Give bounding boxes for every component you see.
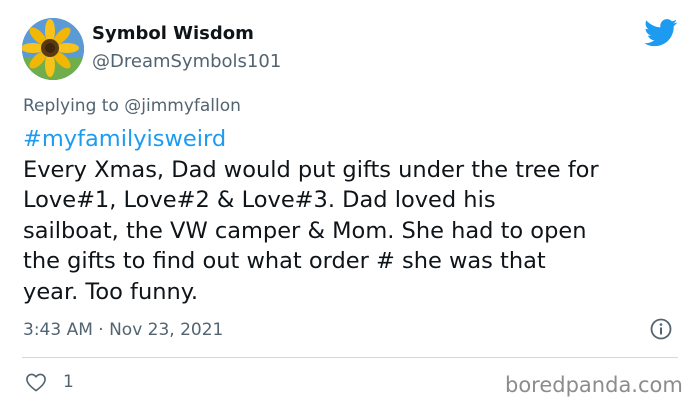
- reply-mention-link[interactable]: @jimmyfallon: [124, 96, 241, 116]
- tweet-text-line: year. Too funny.: [23, 278, 199, 305]
- tweet-text-line: Every Xmas, Dad would put gifts under th…: [23, 156, 599, 183]
- tweet-text-line: sailboat, the VW camper & Mom. She had t…: [23, 217, 587, 244]
- hashtag-link[interactable]: #myfamilyisweird: [23, 124, 683, 155]
- like-count: 1: [63, 372, 74, 392]
- tweet-card: Symbol Wisdom @DreamSymbols101 Replying …: [0, 0, 700, 410]
- tweet-text-line: Love#1, Love#2 & Love#3. Dad loved his: [23, 187, 496, 214]
- sunflower-avatar-image: [22, 18, 84, 80]
- divider: [22, 357, 678, 358]
- info-icon[interactable]: [650, 318, 672, 340]
- twitter-bird-icon[interactable]: [644, 19, 678, 47]
- tweet-text-line: the gifts to find out what order # she w…: [23, 248, 546, 275]
- heart-icon[interactable]: [25, 372, 47, 392]
- user-handle[interactable]: @DreamSymbols101: [92, 51, 281, 72]
- watermark: boredpanda.com: [505, 373, 683, 397]
- replying-to: Replying to @jimmyfallon: [23, 96, 241, 116]
- avatar[interactable]: [22, 18, 84, 80]
- display-name[interactable]: Symbol Wisdom: [92, 23, 254, 44]
- tweet-timestamp[interactable]: 3:43 AM · Nov 23, 2021: [23, 320, 223, 340]
- tweet-text: #myfamilyisweird Every Xmas, Dad would p…: [23, 124, 683, 308]
- replying-prefix: Replying to: [23, 96, 119, 116]
